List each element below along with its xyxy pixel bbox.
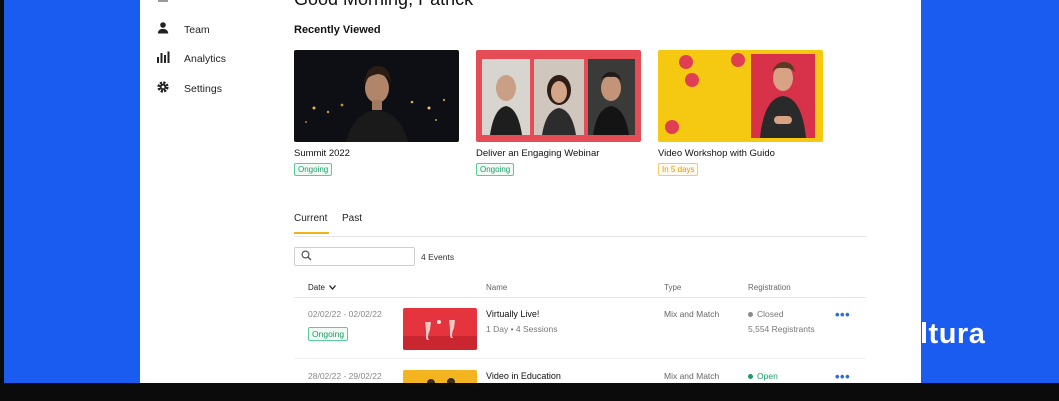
left-edge-strip: [0, 0, 4, 401]
search-input[interactable]: [316, 251, 411, 262]
gear-icon: [156, 80, 170, 97]
sidebar: Team Analytics Settings: [140, 0, 270, 383]
event-search[interactable]: [294, 247, 415, 266]
registration-status-label: Closed: [757, 309, 784, 319]
event-tabs: Current Past: [294, 213, 866, 237]
recent-card-webinar[interactable]: Deliver an Engaging Webinar Ongoing: [476, 50, 641, 177]
sidebar-item-label: Analytics: [184, 52, 227, 65]
card-thumbnail[interactable]: [476, 50, 641, 142]
event-type: Mix and Match: [664, 371, 720, 381]
more-options-icon[interactable]: •••: [835, 369, 850, 383]
brand-wordmark: ltura: [920, 318, 986, 350]
tab-past[interactable]: Past: [342, 213, 362, 232]
more-options-icon[interactable]: •••: [835, 307, 850, 322]
event-dates: 28/02/22 - 29/02/22: [308, 371, 382, 381]
registration-status: Closed: [748, 309, 783, 319]
event-thumbnail[interactable]: [403, 370, 477, 383]
event-thumbnail[interactable]: [403, 308, 477, 350]
event-type: Mix and Match: [664, 309, 720, 319]
page-greeting: Good Morning, Patrick: [294, 0, 473, 10]
event-name[interactable]: Virtually Live!: [486, 309, 539, 319]
card-title: Summit 2022: [294, 148, 350, 159]
column-header-registration: Registration: [748, 283, 791, 292]
registration-status-label: Open: [757, 371, 778, 381]
event-name[interactable]: Video in Education: [486, 371, 561, 381]
event-subtitle: 1 Day • 4 Sessions: [486, 324, 558, 334]
sidebar-item-label: Team: [184, 23, 210, 36]
recent-card-summit[interactable]: Summit 2022 Ongoing: [294, 50, 459, 177]
chevron-down-icon: [328, 283, 336, 292]
event-dates: 02/02/22 - 02/02/22: [308, 309, 382, 319]
sidebar-item-analytics[interactable]: Analytics: [156, 50, 226, 67]
status-badge: Ongoing: [476, 163, 515, 176]
bottom-bar: [0, 383, 1059, 401]
column-header-name: Name: [486, 283, 508, 292]
status-badge: Ongoing: [308, 327, 349, 341]
status-dot-icon: [748, 373, 753, 379]
registrant-count: 5,554 Registrants: [748, 324, 815, 334]
status-badge: In 5 days: [658, 163, 699, 176]
person-icon: [156, 21, 170, 38]
sidebar-item-team[interactable]: Team: [156, 21, 210, 38]
search-icon: [301, 248, 312, 266]
recent-card-workshop[interactable]: Video Workshop with Guido In 5 days: [658, 50, 823, 177]
events-count: 4 Events: [421, 252, 455, 262]
tab-current[interactable]: Current: [294, 213, 329, 234]
card-title: Deliver an Engaging Webinar: [476, 148, 600, 159]
column-header-type: Type: [664, 283, 682, 292]
table-header: Date Name Type Registration: [294, 280, 866, 298]
card-thumbnail[interactable]: [658, 50, 823, 142]
recently-viewed-title: Recently Viewed: [294, 24, 381, 36]
bar-chart-icon: [156, 50, 170, 67]
table-row[interactable]: 28/02/22 - 29/02/22 Video in Education M…: [294, 361, 866, 383]
card-title: Video Workshop with Guido: [658, 148, 775, 159]
column-header-date[interactable]: Date: [308, 283, 336, 292]
registration-status: Open: [748, 371, 778, 381]
column-header-label: Date: [308, 283, 325, 292]
card-thumbnail[interactable]: [294, 50, 459, 142]
status-badge: Ongoing: [294, 163, 333, 176]
sidebar-item-cutoff-icon: [158, 0, 168, 2]
table-row[interactable]: 02/02/22 - 02/02/22 Ongoing Virtually Li…: [294, 299, 866, 359]
sidebar-item-label: Settings: [184, 82, 222, 95]
sidebar-item-settings[interactable]: Settings: [156, 80, 222, 97]
app-window: Team Analytics Settings Good Morning, Pa…: [140, 0, 921, 383]
status-dot-icon: [748, 311, 753, 317]
